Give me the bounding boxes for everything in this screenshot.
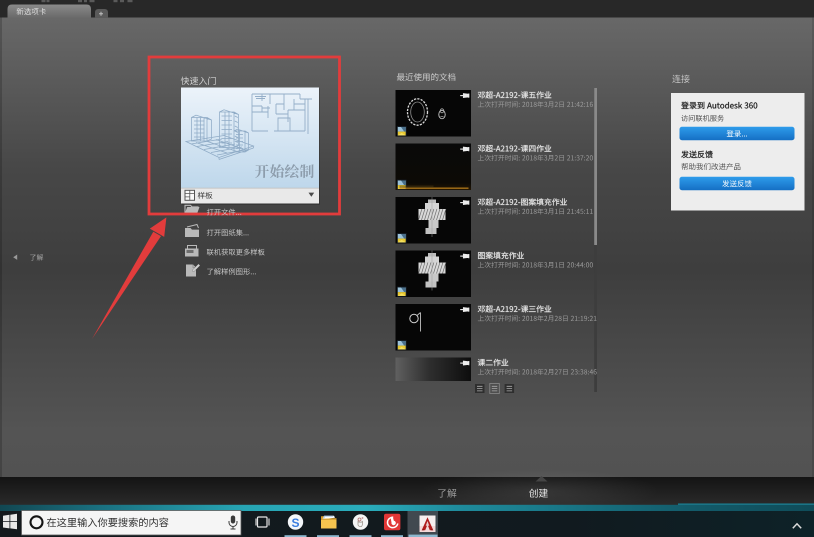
svg-text:S: S [291, 516, 299, 530]
